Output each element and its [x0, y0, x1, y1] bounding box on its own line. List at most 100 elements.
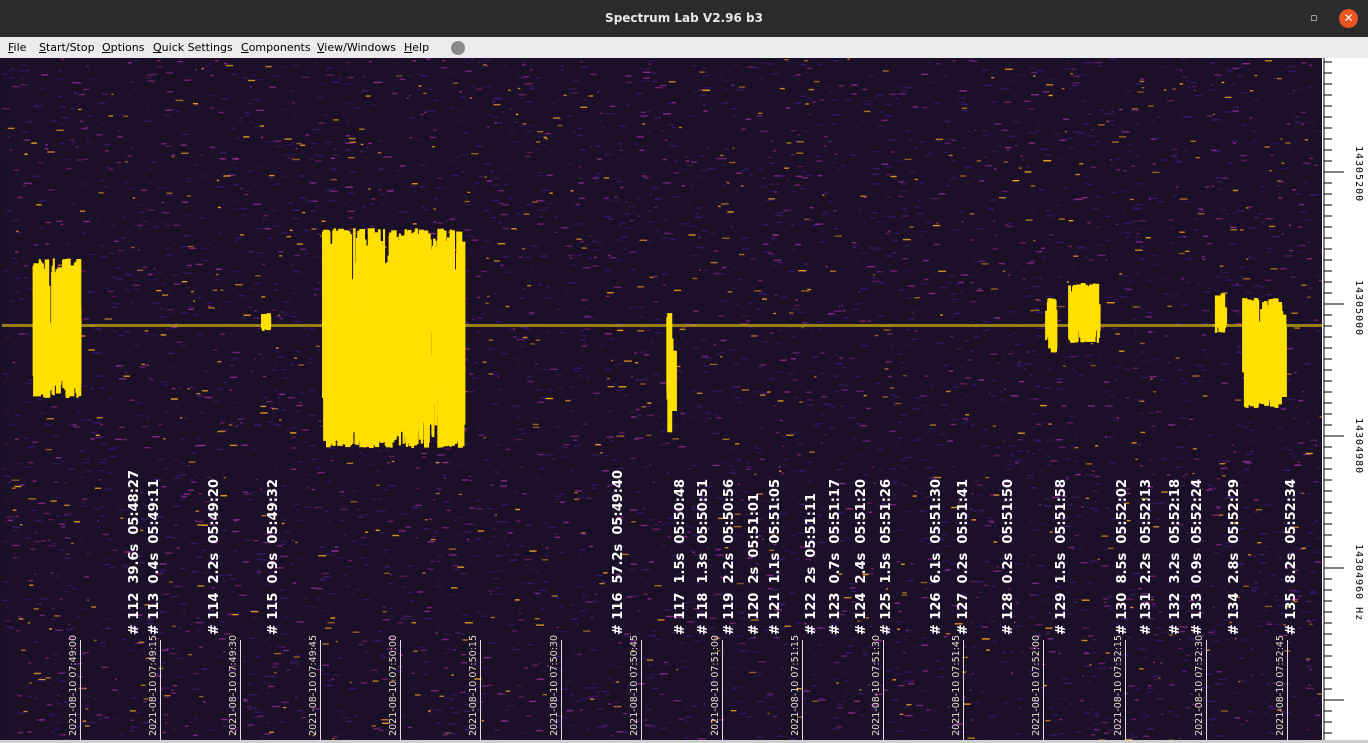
spectrogram-speckle [758, 292, 767, 295]
spectrogram-speckle [122, 638, 127, 641]
spectrogram-speckle [304, 638, 307, 640]
menu-start-stop[interactable]: Start/Stop [39, 41, 95, 54]
spectrogram-speckle [45, 677, 51, 679]
spectrogram-speckle [870, 568, 874, 570]
spectrogram-speckle [927, 110, 930, 112]
spectrogram-speckle [676, 365, 681, 368]
spectrogram-speckle [148, 376, 151, 378]
spectrogram-speckle [932, 224, 941, 227]
spectrogram-speckle [673, 700, 682, 702]
spectrogram-speckle [692, 277, 698, 280]
spectrogram-speckle [286, 429, 290, 432]
spectrogram-speckle [348, 137, 356, 140]
spectrogram-speckle [1127, 150, 1131, 152]
spectrogram-speckle [118, 130, 121, 132]
spectrogram-speckle [1288, 224, 1291, 226]
spectrogram-speckle [592, 487, 597, 490]
close-button[interactable]: ✕ [1339, 9, 1358, 28]
spectrogram-speckle [1104, 548, 1108, 550]
spectrogram-speckle [984, 525, 992, 527]
menu-quick-settings[interactable]: Quick Settings [153, 41, 233, 54]
spectrogram-speckle [537, 401, 545, 403]
spectrogram-speckle [888, 139, 897, 141]
spectrogram-speckle [588, 95, 594, 97]
spectrogram-speckle [524, 199, 529, 201]
spectrogram-speckle [593, 698, 600, 700]
menu-file[interactable]: File [8, 41, 26, 54]
spectrogram-speckle [603, 197, 609, 199]
spectrogram-speckle [1248, 227, 1256, 229]
spectrogram-speckle [888, 138, 892, 140]
spectrogram-speckle [247, 250, 254, 252]
spectrogram-speckle [248, 708, 252, 710]
spectrogram-speckle [917, 405, 925, 407]
spectrogram-speckle [698, 155, 706, 157]
spectrogram-speckle [650, 673, 655, 676]
spectrogram-speckle [1300, 244, 1306, 247]
spectrogram-speckle [452, 216, 456, 219]
spectrogram-speckle [537, 223, 544, 225]
spectrogram-speckle [482, 361, 487, 363]
spectrogram-speckle [350, 592, 354, 595]
menu-options[interactable]: Options [102, 41, 144, 54]
spectrogram-speckle [1084, 665, 1093, 667]
spectrogram-speckle [1210, 724, 1213, 726]
spectrogram-speckle [1092, 490, 1099, 492]
spectrogram-speckle [162, 468, 170, 470]
spectrogram-speckle [1159, 490, 1163, 492]
spectrogram-speckle [746, 466, 752, 468]
spectrogram-waterfall[interactable]: # 112 39.6s 05:48:27 # 113 0.4s 05:49:11… [2, 58, 1322, 740]
spectrogram-speckle [100, 458, 107, 461]
spectrogram-speckle [818, 541, 826, 544]
spectrogram-speckle [202, 390, 209, 392]
spectrogram-speckle [159, 308, 164, 310]
spectrogram-speckle [623, 712, 628, 715]
spectrogram-speckle [1189, 418, 1194, 421]
spectrogram-speckle [878, 247, 882, 249]
spectrogram-speckle [9, 424, 16, 426]
spectrogram-speckle [382, 618, 390, 621]
spectrogram-speckle [151, 302, 160, 304]
menu-components[interactable]: Components [241, 41, 311, 54]
spectrogram-speckle [536, 141, 541, 143]
spectrogram-speckle [1161, 491, 1168, 493]
spectrogram-speckle [662, 182, 671, 184]
spectrogram-speckle [1032, 529, 1041, 531]
spectrogram-speckle [602, 470, 609, 472]
spectrogram-speckle [730, 108, 737, 110]
menu-view-windows[interactable]: View/Windows [317, 41, 396, 54]
spectrogram-speckle [960, 110, 968, 112]
spectrogram-speckle [21, 256, 24, 259]
spectrogram-speckle [765, 476, 772, 479]
spectrogram-speckle [625, 201, 628, 203]
maximize-button[interactable]: ▫ [1306, 10, 1322, 26]
spectrogram-speckle [105, 618, 112, 620]
spectrogram-speckle [665, 442, 670, 444]
spectrogram-speckle [339, 77, 343, 79]
spectrogram-speckle [419, 138, 423, 141]
spectrogram-speckle [1111, 191, 1117, 194]
spectrogram-speckle [511, 405, 520, 407]
spectrogram-speckle [308, 389, 313, 392]
spectrogram-speckle [91, 606, 97, 608]
spectrogram-speckle [304, 441, 308, 443]
spectrogram-speckle [1270, 154, 1274, 157]
spectrogram-speckle [1254, 216, 1258, 219]
spectrogram-speckle [901, 594, 908, 596]
menu-help[interactable]: Help [404, 41, 429, 54]
spectrogram-speckle [974, 327, 978, 329]
spectrogram-speckle [481, 667, 489, 669]
spectrogram-speckle [659, 693, 665, 695]
spectrogram-speckle [827, 141, 832, 143]
spectrogram-speckle [433, 99, 439, 102]
spectrogram-speckle [169, 653, 177, 655]
spectrogram-speckle [904, 671, 911, 673]
spectrogram-speckle [1224, 96, 1232, 99]
spectrogram-speckle [859, 320, 866, 322]
spectrogram-speckle [796, 532, 804, 534]
spectrogram-speckle [903, 375, 907, 377]
spectrogram-speckle [1101, 326, 1105, 329]
spectrogram-speckle [1287, 373, 1292, 375]
spectrogram-speckle [894, 97, 899, 100]
spectrogram-speckle [1029, 521, 1033, 523]
